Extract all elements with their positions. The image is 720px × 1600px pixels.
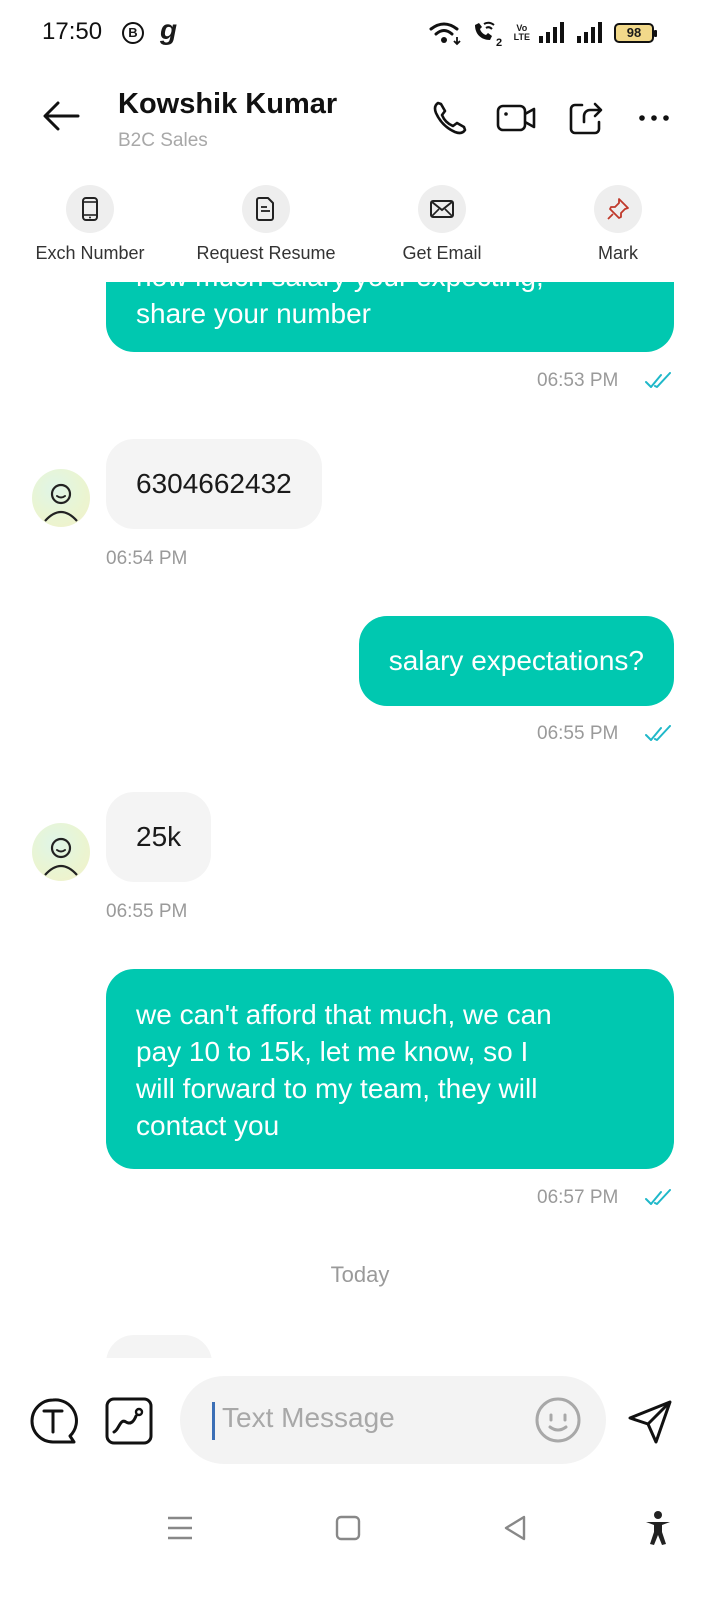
message-time: 06:53 PM [537, 370, 619, 391]
text-template-icon[interactable] [28, 1396, 78, 1446]
message-bubble-outgoing[interactable]: how much salary your expecting, share yo… [106, 282, 674, 352]
status-bar: 17:50 B g 2 Vo LTE 98 [0, 0, 720, 64]
read-ticks-icon [645, 372, 671, 388]
message-time: 06:54 PM [106, 548, 188, 569]
message-input-placeholder: Text Message [222, 1402, 395, 1433]
contact-subtitle: B2C Sales [118, 130, 208, 151]
b-badge-icon: B [122, 22, 144, 44]
volte-bottom: LTE [513, 32, 530, 42]
message-composer: Text Message [0, 1358, 720, 1488]
status-time: 17:50 [42, 18, 103, 45]
quick-actions-bar: Exch Number Request Resume Get Email Mar… [0, 182, 720, 282]
more-options-icon[interactable] [634, 98, 674, 138]
message-time: 06:55 PM [537, 723, 619, 744]
wifi-icon [429, 22, 461, 46]
action-request-resume[interactable]: Request Resume [176, 182, 356, 264]
g-app-icon: g [160, 14, 178, 45]
phone-device-icon [66, 185, 114, 233]
recent-apps-icon[interactable] [160, 1508, 200, 1548]
pin-icon [594, 185, 642, 233]
sim2-label: 2 [496, 37, 502, 47]
action-label: Mark [598, 243, 638, 263]
action-label: Request Resume [196, 243, 336, 263]
action-label: Exch Number [35, 243, 145, 263]
emoji-icon[interactable] [534, 1396, 582, 1444]
signal-icon-sim1 [539, 22, 564, 43]
image-picker-icon[interactable] [104, 1396, 154, 1446]
action-label: Get Email [402, 243, 482, 263]
user-avatar-icon [44, 837, 78, 876]
message-input[interactable]: Text Message [180, 1376, 606, 1464]
share-icon[interactable] [566, 98, 606, 138]
message-bubble-outgoing[interactable]: salary expectations? [358, 616, 674, 706]
action-get-email[interactable]: Get Email [352, 182, 532, 264]
status-icons: 2 Vo LTE 98 [428, 18, 657, 48]
video-call-icon[interactable] [496, 98, 536, 138]
message-line: pay 10 to 15k, let me know, so I [136, 1036, 529, 1067]
avatar[interactable] [32, 823, 90, 881]
message-bubble-incoming[interactable]: 6304662432 [106, 439, 322, 529]
message-bubble-incoming-partial[interactable] [106, 1335, 212, 1358]
back-nav-icon[interactable] [496, 1508, 536, 1548]
message-line: contact you [136, 1110, 280, 1141]
message-bubble-outgoing[interactable]: we can't afford that much, we can pay 10… [106, 969, 674, 1169]
document-icon [242, 185, 290, 233]
volte-icon: Vo LTE [514, 24, 530, 42]
user-avatar-icon [44, 483, 78, 522]
action-exch-number[interactable]: Exch Number [0, 182, 180, 264]
message-list[interactable]: how much salary your expecting, share yo… [0, 282, 720, 1358]
wifi-calling-icon: 2 [474, 21, 502, 47]
signal-icon-sim2 [577, 22, 602, 43]
message-line: we can't afford that much, we can [136, 999, 552, 1030]
read-ticks-icon [645, 725, 671, 741]
message-text: 25k [136, 821, 182, 852]
back-arrow-icon[interactable] [40, 94, 84, 138]
chat-header: Kowshik Kumar B2C Sales [0, 64, 720, 176]
message-time: 06:55 PM [106, 901, 188, 922]
read-ticks-icon [645, 1189, 671, 1205]
action-mark[interactable]: Mark [528, 182, 708, 264]
text-caret [212, 1402, 215, 1440]
contact-name[interactable]: Kowshik Kumar [118, 88, 337, 121]
message-text: salary expectations? [388, 645, 644, 676]
system-navigation-bar [0, 1490, 720, 1600]
message-text: 6304662432 [136, 468, 292, 499]
battery-icon: 98 [614, 23, 657, 43]
message-line: will forward to my team, they will [136, 1073, 538, 1104]
avatar[interactable] [32, 469, 90, 527]
accessibility-icon[interactable] [638, 1508, 678, 1548]
home-icon[interactable] [328, 1508, 368, 1548]
send-icon[interactable] [626, 1396, 676, 1446]
message-text-partial: how much salary your expecting, [136, 282, 644, 295]
message-text: share your number [136, 298, 372, 329]
mail-icon [418, 185, 466, 233]
phone-call-icon[interactable] [430, 98, 470, 138]
message-bubble-incoming[interactable]: 25k [106, 792, 212, 882]
message-time: 06:57 PM [537, 1187, 619, 1208]
day-separator: Today [330, 1262, 390, 1287]
